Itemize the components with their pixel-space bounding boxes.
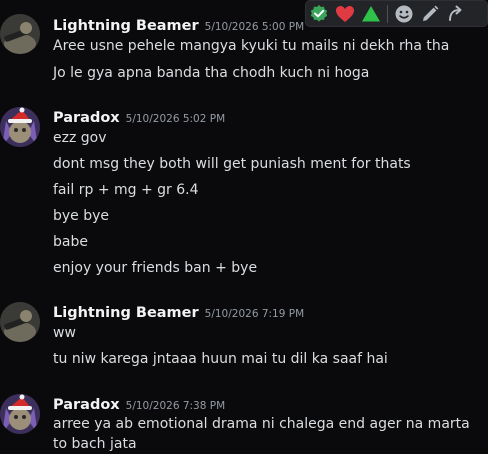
- timestamp: 5/10/2026 7:19 PM: [204, 308, 305, 320]
- timestamp: 5/10/2026 7:38 PM: [125, 400, 226, 412]
- message-text: Aree usne pehele mangya kyuki tu mails n…: [53, 38, 450, 54]
- green-checkmark-icon: [310, 4, 328, 22]
- reaction-triangle-button[interactable]: [358, 1, 384, 27]
- avatar-lightning-beamer-icon: [0, 302, 40, 342]
- message-header: Paradox 5/10/2026 5:02 PM: [53, 107, 225, 126]
- add-reaction-icon: [395, 5, 413, 22]
- message-text: ww: [53, 325, 76, 341]
- message-text: enjoy your friends ban + bye: [53, 260, 258, 276]
- avatar[interactable]: [0, 107, 40, 147]
- timestamp: 5/10/2026 5:02 PM: [125, 113, 226, 125]
- message-text: fail rp + mg + gr 6.4: [53, 182, 199, 198]
- message-action-toolbar: [305, 0, 488, 27]
- message-text: arree ya ab emotional drama ni chalega e…: [53, 416, 470, 452]
- avatar[interactable]: [0, 302, 40, 342]
- message-text: bye bye: [53, 208, 110, 224]
- reaction-check-button[interactable]: [306, 1, 332, 27]
- timestamp: 5/10/2026 5:00 PM: [204, 21, 305, 33]
- message-header: Lightning Beamer 5/10/2026 5:00 PM: [53, 15, 304, 34]
- username[interactable]: Paradox: [53, 397, 120, 413]
- avatar[interactable]: [0, 14, 40, 54]
- username[interactable]: Paradox: [53, 110, 120, 126]
- reply-button[interactable]: [443, 1, 469, 27]
- add-reaction-button[interactable]: [391, 1, 417, 27]
- reaction-heart-button[interactable]: [332, 1, 358, 27]
- message-header: Paradox 5/10/2026 7:38 PM: [53, 394, 225, 413]
- red-heart-icon: [336, 5, 354, 22]
- message-text: Jo le gya apna banda tha chodh kuch ni h…: [53, 65, 370, 81]
- avatar-paradox-cat-icon: [0, 107, 40, 147]
- edit-icon: [423, 5, 439, 21]
- avatar-paradox-cat-icon: [0, 394, 40, 434]
- reply-icon: [449, 5, 462, 21]
- edit-button[interactable]: [417, 1, 443, 27]
- avatar[interactable]: [0, 394, 40, 434]
- green-triangle-icon: [362, 5, 380, 21]
- username[interactable]: Lightning Beamer: [53, 18, 199, 34]
- message-text: tu niw karega jntaaa huun mai tu dil ka …: [53, 351, 388, 367]
- avatar-lightning-beamer-icon: [0, 14, 40, 54]
- message-text: dont msg they both will get puniash ment…: [53, 156, 411, 172]
- toolbar-divider: [387, 4, 388, 23]
- message-text: babe: [53, 234, 88, 250]
- username[interactable]: Lightning Beamer: [53, 305, 199, 321]
- message-header: Lightning Beamer 5/10/2026 7:19 PM: [53, 302, 304, 321]
- message-text: ezz gov: [53, 130, 107, 146]
